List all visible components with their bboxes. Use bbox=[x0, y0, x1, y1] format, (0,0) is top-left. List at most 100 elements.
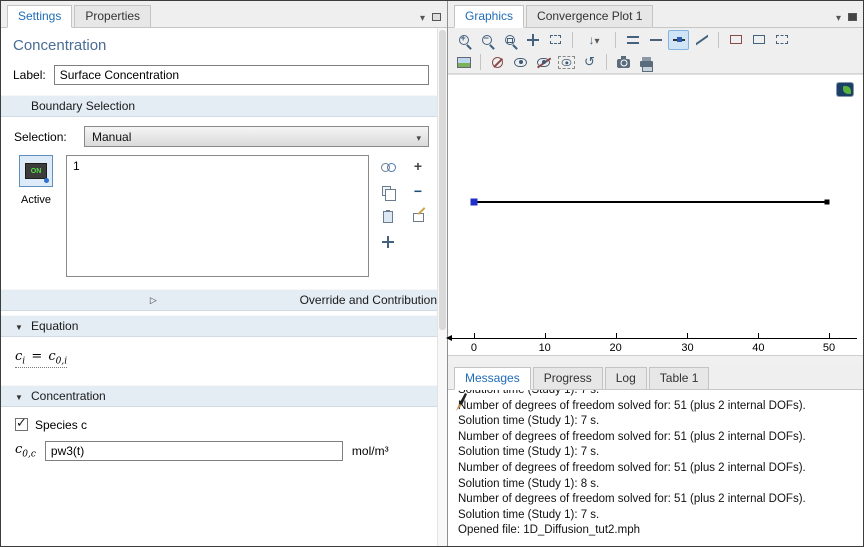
create-selection-button[interactable] bbox=[379, 158, 397, 176]
section-override[interactable]: Override and Contribution bbox=[1, 289, 437, 311]
reset-hiding-button[interactable] bbox=[579, 52, 600, 72]
message-line: Solution time (Study 1): 7 s. bbox=[458, 445, 863, 461]
view-selection-button[interactable] bbox=[556, 52, 577, 72]
add-to-selection-button[interactable] bbox=[409, 158, 427, 176]
horizontal-splitter[interactable] bbox=[448, 355, 863, 363]
settings-content: Concentration Label: Boundary Selection … bbox=[1, 28, 437, 546]
zoom-in-icon bbox=[459, 35, 469, 45]
label-field-label: Label: bbox=[13, 68, 46, 82]
single-line-button[interactable] bbox=[645, 30, 666, 50]
paste-selection-button[interactable] bbox=[379, 208, 397, 226]
tab-graphics[interactable]: Graphics bbox=[454, 5, 524, 28]
zoom-extents-button[interactable] bbox=[545, 30, 566, 50]
axis-tick bbox=[829, 333, 830, 338]
tab-messages[interactable]: Messages bbox=[454, 367, 531, 390]
print-button[interactable] bbox=[636, 52, 657, 72]
equation-content: ci = c0,i bbox=[1, 337, 437, 379]
list-item[interactable]: 1 bbox=[73, 159, 362, 173]
line-nodes-button[interactable] bbox=[668, 30, 689, 50]
line-nodes-icon bbox=[673, 39, 685, 41]
zoom-extents-icon bbox=[550, 35, 561, 44]
message-line: Number of degrees of freedom solved for:… bbox=[458, 399, 863, 415]
double-line-button[interactable] bbox=[622, 30, 643, 50]
plot-canvas[interactable]: 0 10 20 30 40 50 bbox=[448, 74, 863, 355]
selection-dropdown[interactable]: Manual bbox=[84, 126, 429, 147]
chevron-down-icon bbox=[594, 31, 599, 49]
zoom-to-selection-button[interactable] bbox=[379, 233, 397, 251]
x-axis bbox=[452, 338, 857, 339]
zoom-box-icon bbox=[505, 35, 515, 45]
toolbar-separator bbox=[718, 32, 719, 48]
camera-icon bbox=[617, 59, 630, 68]
pan-button[interactable] bbox=[522, 30, 543, 50]
collapse-icon bbox=[14, 295, 293, 306]
zoom-in-button[interactable] bbox=[453, 30, 474, 50]
panel-menu-icon[interactable] bbox=[420, 8, 425, 26]
default-view-button[interactable] bbox=[579, 30, 609, 50]
tab-properties[interactable]: Properties bbox=[74, 5, 151, 27]
x-range-button[interactable] bbox=[725, 30, 746, 50]
select-box-icon bbox=[776, 35, 788, 44]
copy-icon bbox=[382, 186, 391, 196]
active-toggle-button[interactable]: ON bbox=[19, 155, 53, 187]
check-icon: ✓ bbox=[16, 415, 27, 431]
message-line: Number of degrees of freedom solved for:… bbox=[458, 430, 863, 446]
crossed-circle-icon bbox=[492, 57, 503, 68]
graphics-tabbar-corner bbox=[836, 8, 857, 26]
section-concentration[interactable]: Concentration bbox=[1, 385, 437, 407]
expand-icon bbox=[14, 389, 24, 403]
axis-tick-label: 40 bbox=[752, 342, 764, 354]
printer-icon bbox=[640, 61, 653, 67]
copy-selection-button[interactable] bbox=[379, 183, 397, 201]
axis-tick-label: 20 bbox=[610, 342, 622, 354]
select-box-button[interactable] bbox=[771, 30, 792, 50]
eq-lhs-sub: i bbox=[22, 357, 25, 367]
zoom-box-button[interactable] bbox=[499, 30, 520, 50]
panel-menu-icon[interactable] bbox=[836, 8, 841, 26]
settings-tabbar-corner bbox=[420, 8, 441, 26]
c0-input[interactable] bbox=[45, 441, 343, 461]
tab-table-1[interactable]: Table 1 bbox=[649, 367, 710, 389]
species-checkbox[interactable]: ✓ bbox=[15, 418, 28, 431]
tab-log[interactable]: Log bbox=[605, 367, 647, 389]
scene-icon bbox=[457, 57, 471, 68]
selection-dropdown-value: Manual bbox=[92, 130, 131, 144]
message-line: Solution time (Study 1): 7 s. bbox=[458, 390, 863, 399]
boundary-selection-list[interactable]: 1 bbox=[66, 155, 369, 277]
view-hidden-button[interactable] bbox=[533, 52, 554, 72]
messages-panel: Messages Progress Log Table 1 Solution t… bbox=[448, 363, 863, 546]
label-input[interactable] bbox=[54, 65, 429, 85]
tab-progress[interactable]: Progress bbox=[533, 367, 603, 389]
active-column: ON Active bbox=[14, 155, 58, 206]
section-label: Equation bbox=[31, 319, 78, 333]
tab-settings[interactable]: Settings bbox=[7, 5, 72, 28]
eye-icon bbox=[514, 58, 527, 67]
section-label: Concentration bbox=[31, 389, 106, 403]
section-boundary-selection[interactable]: Boundary Selection bbox=[1, 95, 437, 117]
settings-scrollbar[interactable] bbox=[437, 28, 447, 546]
section-equation[interactable]: Equation bbox=[1, 315, 437, 337]
minimize-panel-icon[interactable] bbox=[432, 13, 441, 21]
clear-selection-button[interactable] bbox=[409, 208, 427, 226]
tab-convergence-plot[interactable]: Convergence Plot 1 bbox=[526, 5, 653, 27]
remove-from-selection-button[interactable] bbox=[409, 183, 427, 201]
diagonal-line-button[interactable] bbox=[691, 30, 712, 50]
view-options-button[interactable] bbox=[836, 82, 854, 97]
snapshot-button[interactable] bbox=[613, 52, 634, 72]
geometry-line bbox=[474, 201, 827, 203]
on-state-icon: ON bbox=[25, 163, 47, 179]
scene-thumbnail-button[interactable] bbox=[453, 52, 474, 72]
pan-icon bbox=[527, 34, 539, 46]
c0-label: c0,c bbox=[15, 442, 36, 460]
minus-icon bbox=[414, 183, 422, 201]
scrollbar-thumb[interactable] bbox=[439, 30, 446, 330]
label-row: Label: bbox=[13, 65, 429, 85]
zoom-out-button[interactable] bbox=[476, 30, 497, 50]
plus-icon bbox=[414, 158, 422, 176]
y-range-button[interactable] bbox=[748, 30, 769, 50]
hide-objects-button[interactable] bbox=[487, 52, 508, 72]
view-all-button[interactable] bbox=[510, 52, 531, 72]
expand-icon bbox=[14, 319, 24, 333]
maximize-panel-icon[interactable] bbox=[848, 13, 857, 21]
axis-tick bbox=[474, 333, 475, 338]
